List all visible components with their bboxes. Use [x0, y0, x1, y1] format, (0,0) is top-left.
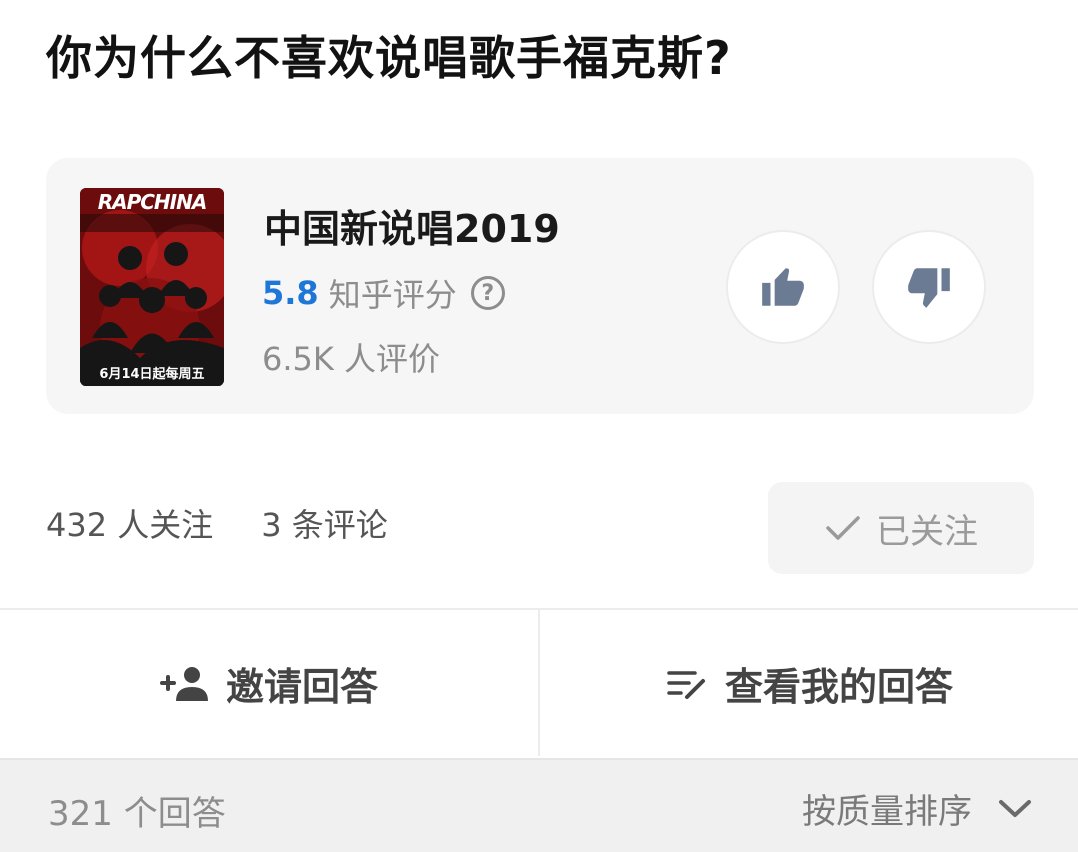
- edit-lines-icon: [667, 671, 705, 699]
- score-label: 知乎评分: [328, 276, 457, 314]
- view-my-answer-label: 查看我的回答: [724, 664, 953, 709]
- answers-count: 321 个回答: [48, 794, 226, 834]
- show-name[interactable]: 中国新说唱2019: [264, 198, 560, 253]
- help-icon[interactable]: ?: [470, 276, 505, 310]
- upvote-button[interactable]: [726, 230, 840, 344]
- poster-date-text: 6月14日起每周五: [99, 367, 205, 382]
- rating-row: 5.8 知乎评分 ?: [262, 270, 505, 316]
- checkmark-icon: [826, 516, 860, 540]
- poster-artwork: [80, 188, 224, 386]
- answers-footer: 321 个回答 按质量排序: [0, 758, 1078, 852]
- question-stats: 432 人关注 3 条评论: [46, 500, 388, 546]
- chevron-down-icon: [999, 799, 1031, 817]
- thumbs-up-icon: [762, 268, 804, 306]
- follower-count[interactable]: 432 人关注: [46, 500, 213, 546]
- review-count: 6.5K 人评价: [262, 340, 441, 378]
- show-poster[interactable]: RAPCHINA 6月14日起每周五: [80, 188, 224, 386]
- sort-dropdown[interactable]: 按质量排序: [802, 784, 1032, 833]
- add-person-icon: [159, 667, 208, 701]
- poster-brand-text: RAPCHINA: [97, 190, 208, 214]
- view-my-answer-button[interactable]: 查看我的回答: [540, 610, 1078, 756]
- sort-label: 按质量排序: [802, 792, 972, 832]
- follow-button[interactable]: 已关注: [768, 482, 1034, 574]
- follow-button-label: 已关注: [876, 511, 978, 552]
- invite-answer-label: 邀请回答: [225, 664, 378, 709]
- invite-answer-button[interactable]: 邀请回答: [0, 610, 538, 756]
- comment-count[interactable]: 3 条评论: [261, 500, 388, 546]
- question-title: 你为什么不喜欢说唱歌手福克斯?: [46, 31, 732, 85]
- thumbs-down-icon: [908, 268, 950, 308]
- score-value: 5.8: [262, 274, 319, 312]
- show-rating-card[interactable]: RAPCHINA 6月14日起每周五 中国新说唱2019 5.8 知乎评分 ? …: [46, 158, 1034, 414]
- downvote-button[interactable]: [872, 230, 986, 344]
